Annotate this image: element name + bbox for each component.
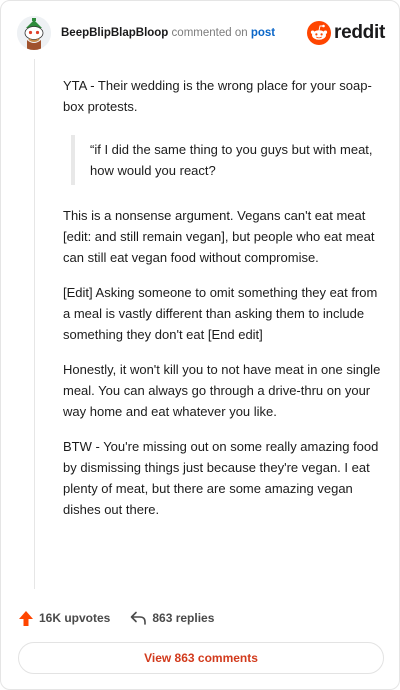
logo-wordmark: reddit	[334, 22, 385, 43]
comment-actions: 16K upvotes 863 replies	[19, 608, 214, 628]
comment-paragraph: [Edit] Asking someone to omit something …	[63, 285, 378, 342]
thread-line	[34, 59, 35, 589]
comment-paragraph: Honestly, it won't kill you to not have …	[63, 362, 381, 419]
reddit-logo[interactable]: reddit	[307, 21, 385, 45]
comment-paragraph: This is a nonsense argument. Vegans can'…	[63, 208, 375, 265]
view-comments-button[interactable]: View 863 comments	[18, 642, 384, 674]
action-text: commented on	[171, 27, 248, 39]
comment-paragraph: YTA - Their wedding is the wrong place f…	[63, 78, 372, 114]
comment-paragraph: BTW - You're missing out on some really …	[63, 439, 379, 517]
reply-count: 863 replies	[152, 611, 215, 625]
reply-arrow-icon	[131, 611, 147, 625]
username-link[interactable]: BeepBlipBlapBloop	[61, 27, 168, 39]
comment-header: BeepBlipBlapBloop commented on post redd…	[17, 15, 385, 51]
byline: BeepBlipBlapBloop commented on post	[61, 27, 275, 39]
avatar[interactable]	[17, 16, 51, 50]
reddit-logo-icon	[307, 21, 332, 45]
upvote-button[interactable]: 16K upvotes	[19, 610, 111, 626]
replies-button[interactable]: 863 replies	[130, 611, 214, 625]
post-link[interactable]: post	[251, 27, 275, 39]
upvote-count: 16K upvotes	[39, 611, 111, 625]
quote-text: “if I did the same thing to you guys but…	[90, 142, 373, 178]
upvote-arrow-icon	[19, 610, 33, 626]
blockquote: “if I did the same thing to you guys but…	[71, 135, 381, 185]
snoo-avatar-icon	[17, 16, 51, 50]
comment-card: BeepBlipBlapBloop commented on post redd…	[0, 0, 400, 690]
comment-body: YTA - Their wedding is the wrong place f…	[63, 75, 381, 534]
